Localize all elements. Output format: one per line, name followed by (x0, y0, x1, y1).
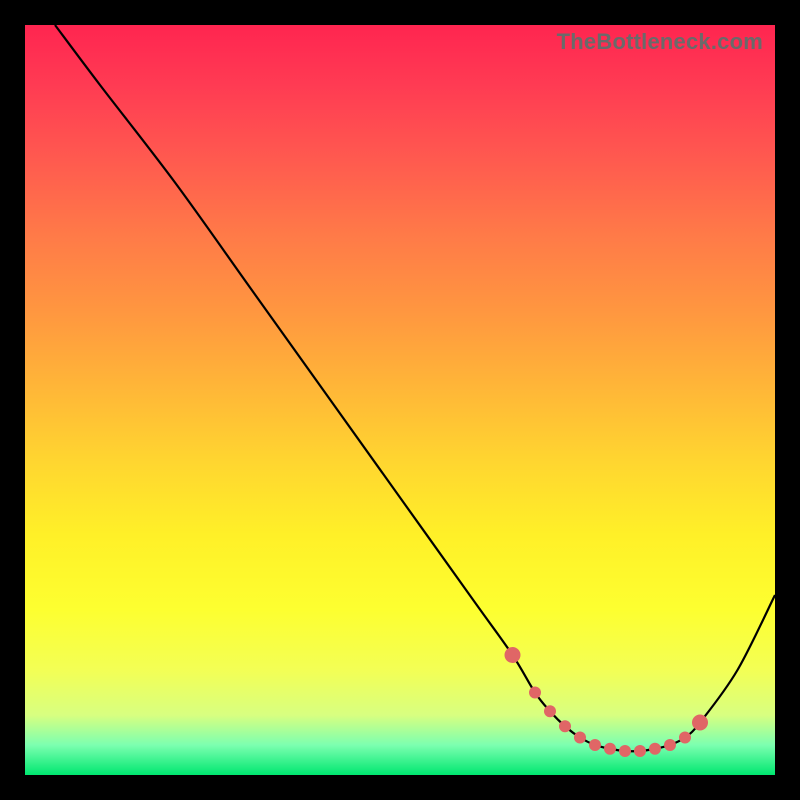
marker-point (559, 720, 571, 732)
marker-point (692, 715, 708, 731)
marker-point (604, 743, 616, 755)
marker-point (679, 732, 691, 744)
bottleneck-curve (55, 25, 775, 751)
marker-point (529, 687, 541, 699)
chart-svg (25, 25, 775, 775)
marker-point (505, 647, 521, 663)
marker-point (634, 745, 646, 757)
marker-point (664, 739, 676, 751)
marker-point (544, 705, 556, 717)
chart-frame: TheBottleneck.com (25, 25, 775, 775)
marker-point (574, 732, 586, 744)
marker-point (589, 739, 601, 751)
marker-group (505, 647, 709, 757)
marker-point (649, 743, 661, 755)
marker-point (619, 745, 631, 757)
